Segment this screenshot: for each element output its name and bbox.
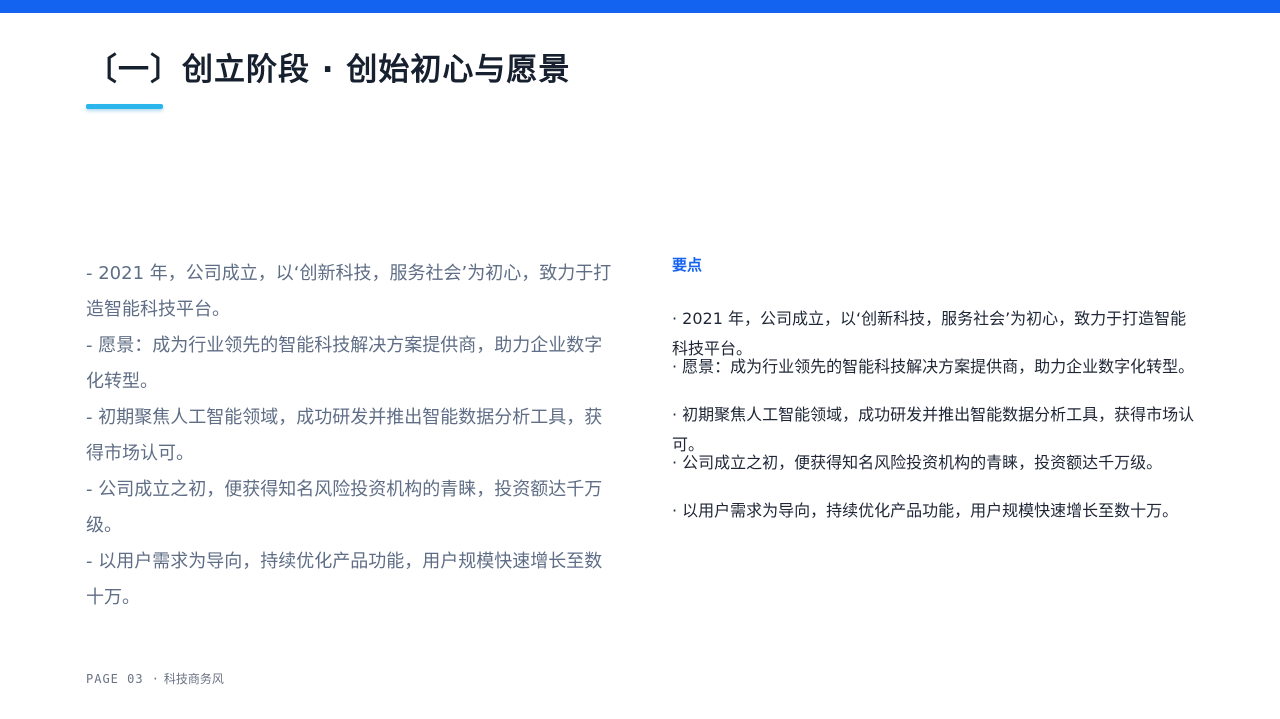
key-points-label: 要点 <box>672 256 703 274</box>
key-point-item: · 以用户需求为导向，持续优化产品功能，用户规模快速增长至数十万。 <box>672 501 1179 520</box>
footer: PAGE 03 · 科技商务风 <box>86 670 224 687</box>
left-list-item: - 公司成立之初，便获得知名风险投资机构的青睐，投资额达千万级。 <box>86 479 603 536</box>
slide: 〔一〕创立阶段 · 创始初心与愿景 - 2021 年，公司成立，以‘创新科技，服… <box>0 0 1280 719</box>
slide-title: 〔一〕创立阶段 · 创始初心与愿景 <box>86 52 571 88</box>
key-point-item: · 愿景：成为行业领先的智能科技解决方案提供商，助力企业数字化转型。 <box>672 357 1195 376</box>
key-point-item: · 初期聚焦人工智能领域，成功研发并推出智能数据分析工具，获得市场认可。 <box>672 405 1195 454</box>
left-list-item: - 初期聚焦人工智能领域，成功研发并推出智能数据分析工具，获得市场认可。 <box>86 407 603 464</box>
title-underline <box>86 104 163 109</box>
key-points-list: · 2021 年，公司成立，以‘创新科技，服务社会’为初心，致力于打造智能科技平… <box>672 304 1202 526</box>
key-points-panel: 要点 · 2021 年，公司成立，以‘创新科技，服务社会’为初心，致力于打造智能… <box>672 254 1202 520</box>
footer-label: 科技商务风 <box>163 672 224 686</box>
key-point-item: · 公司成立之初，便获得知名风险投资机构的青睐，投资额达千万级。 <box>672 453 1163 472</box>
key-point-item: · 2021 年，公司成立，以‘创新科技，服务社会’为初心，致力于打造智能科技平… <box>672 309 1187 358</box>
left-list-item: - 2021 年，公司成立，以‘创新科技，服务社会’为初心，致力于打造智能科技平… <box>86 263 612 320</box>
page-number: PAGE 03 · <box>86 672 161 686</box>
left-list-item: - 愿景：成为行业领先的智能科技解决方案提供商，助力企业数字化转型。 <box>86 335 603 392</box>
left-list-item: - 以用户需求为导向，持续优化产品功能，用户规模快速增长至数十万。 <box>86 551 603 608</box>
left-bullet-list: - 2021 年，公司成立，以‘创新科技，服务社会’为初心，致力于打造智能科技平… <box>86 256 616 616</box>
top-accent-bar <box>0 0 1280 13</box>
